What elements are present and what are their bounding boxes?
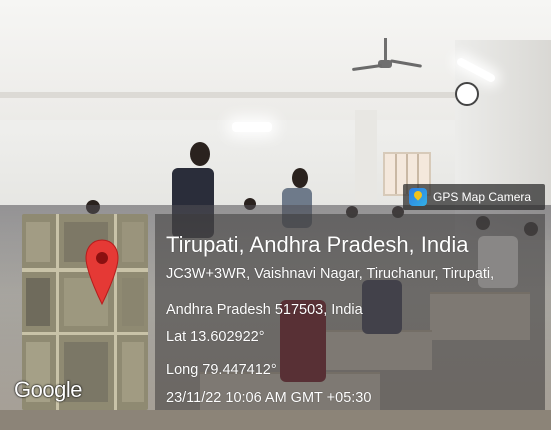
latitude: Lat 13.602922°: [166, 329, 265, 345]
person-head: [292, 168, 308, 188]
gps-map-camera-tag: GPS Map Camera: [403, 184, 545, 210]
wall-fan-icon: [455, 82, 479, 106]
floor: [0, 410, 551, 430]
timestamp: 23/11/22 10:06 AM GMT +05:30: [166, 390, 372, 406]
gps-map-camera-icon: [409, 188, 427, 206]
longitude: Long 79.447412°: [166, 362, 277, 378]
wall-pillar: [355, 110, 377, 200]
location-pin-icon: [85, 239, 119, 306]
location-title: Tirupati, Andhra Pradesh, India: [166, 232, 469, 257]
person-head: [190, 142, 210, 166]
gps-map-camera-label: GPS Map Camera: [433, 190, 532, 204]
address-line-2: Andhra Pradesh 517503, India: [166, 302, 363, 318]
address-line-1: JC3W+3WR, Vaishnavi Nagar, Tiruchanur, T…: [166, 266, 495, 282]
google-logo: Google: [14, 377, 82, 402]
tube-light: [232, 122, 272, 132]
